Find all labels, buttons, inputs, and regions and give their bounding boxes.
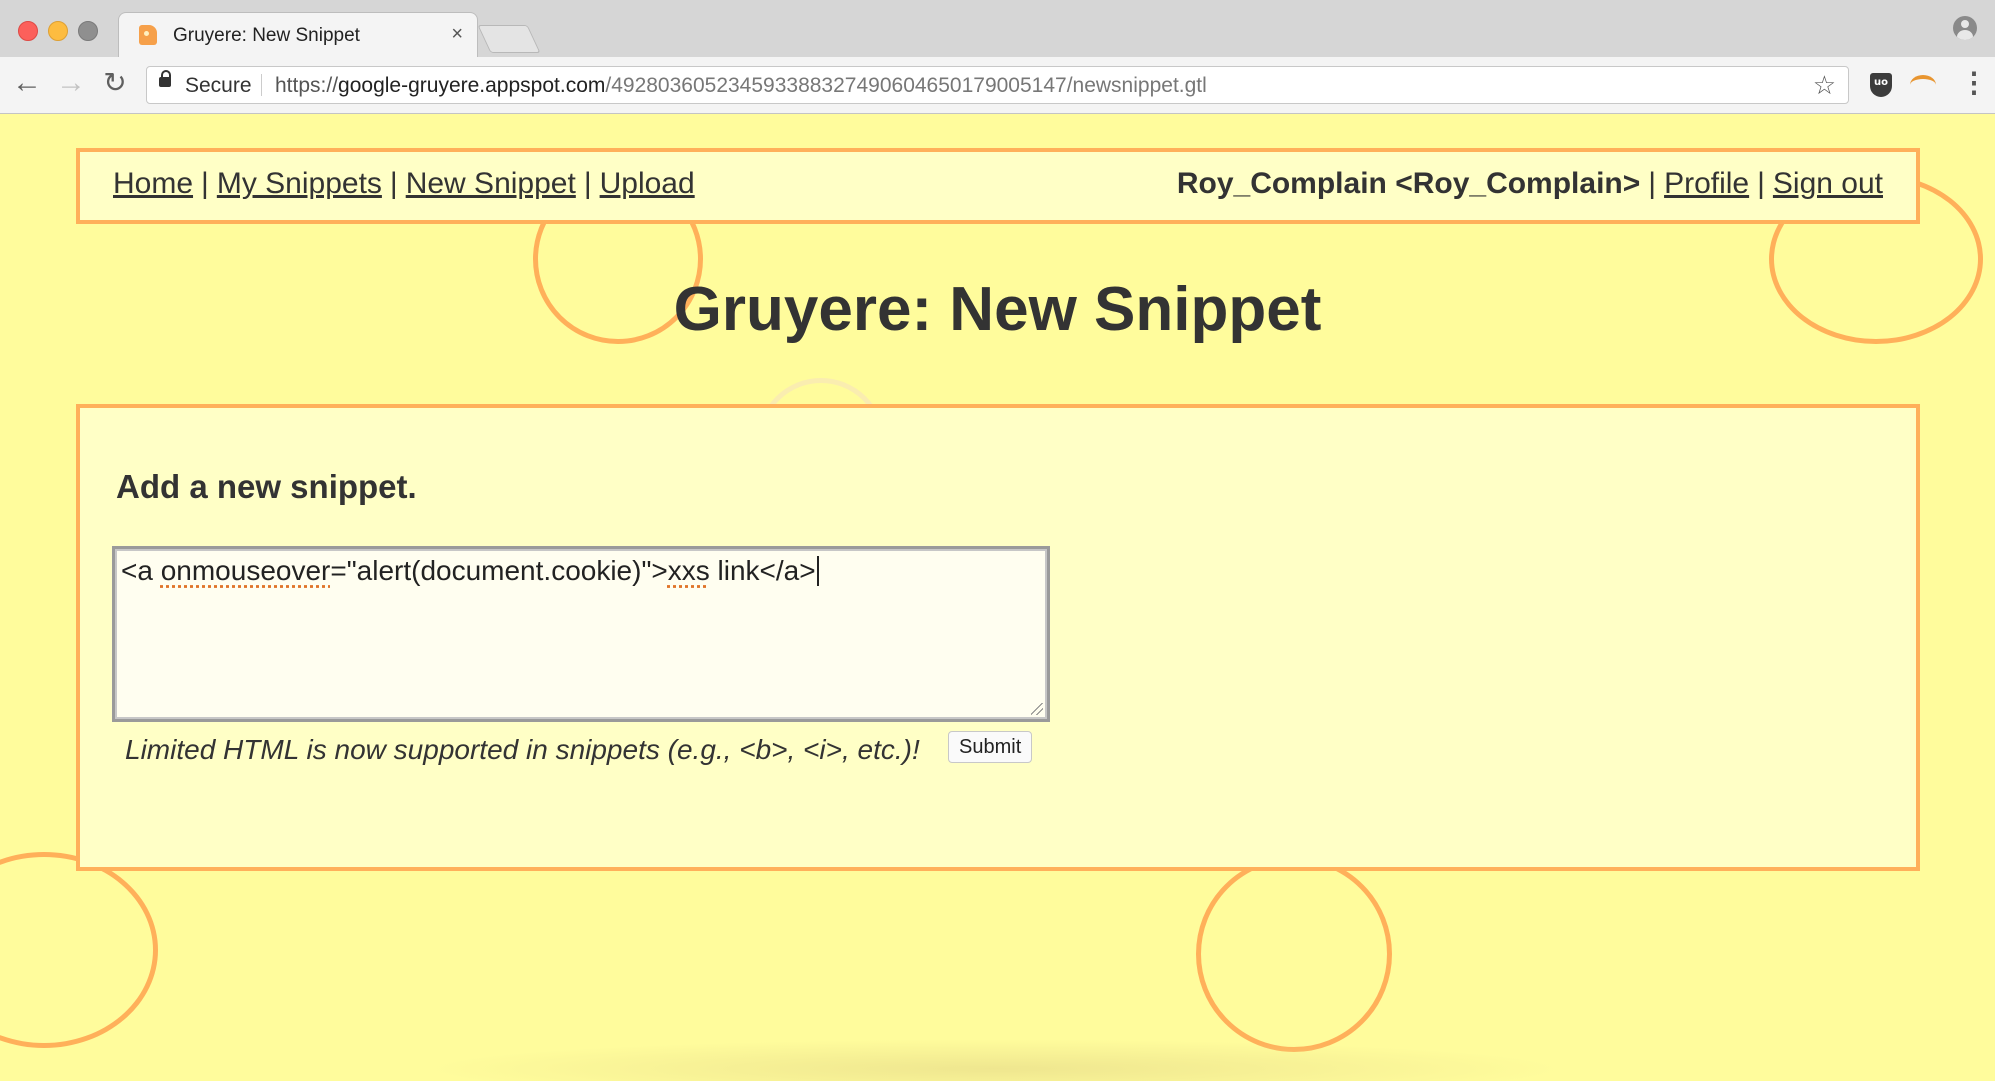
snippet-text-part: link</a>: [709, 555, 816, 586]
page-content: Home | My Snippets | New Snippet | Upload Roy_…: [0, 114, 1995, 1081]
profile-icon[interactable]: [1953, 16, 1977, 40]
forward-arrow-icon[interactable]: →: [54, 68, 88, 98]
secure-label[interactable]: Secure: [185, 74, 252, 98]
bottom-shadow: [420, 1039, 1570, 1081]
menu-separator: |: [201, 167, 209, 200]
menu-separator: |: [583, 167, 592, 200]
html-support-hint: Limited HTML is now supported in snippet…: [125, 734, 920, 765]
close-tab-icon[interactable]: ×: [451, 23, 463, 46]
tab-strip: Gruyere: New Snippet ×: [0, 0, 1995, 57]
browser-window: Gruyere: New Snippet × ← → ↻ Secure http…: [0, 0, 1995, 1081]
menu-separator: |: [1648, 167, 1657, 200]
url-path: /492803605234593388327490604650179005147…: [605, 74, 1207, 97]
form-heading: Add a new snippet.: [116, 468, 417, 505]
close-window-button[interactable]: [18, 21, 38, 41]
ublock-extension-icon[interactable]: [1870, 73, 1892, 97]
sign-out-link[interactable]: Sign out: [1773, 167, 1883, 200]
cheese-icon: [139, 25, 157, 45]
url-host: google-gruyere.appspot.com: [338, 74, 606, 97]
back-arrow-icon[interactable]: ←: [10, 68, 44, 98]
url-scheme: https://: [275, 74, 339, 97]
site-menubar: Home | My Snippets | New Snippet | Upload Roy_…: [76, 148, 1920, 224]
snippet-text-misspelled: onmouseover: [160, 555, 331, 586]
decorative-circle: [0, 852, 158, 1048]
text-caret: [816, 556, 819, 586]
upload-link[interactable]: Upload: [600, 167, 695, 200]
decorative-circle: [1196, 856, 1392, 1052]
new-tab-button[interactable]: [477, 25, 541, 53]
snippet-textarea[interactable]: <a onmouseover="alert(document.cookie)">…: [112, 546, 1050, 722]
page-title: Gruyere: New Snippet: [673, 275, 1322, 344]
reload-icon[interactable]: ↻: [98, 68, 132, 98]
omnibox-divider: [261, 74, 262, 96]
snippet-text-part: <a: [121, 555, 161, 586]
resize-handle[interactable]: [1031, 703, 1043, 715]
snippet-text-misspelled: xxs: [667, 555, 710, 586]
address-bar[interactable]: Secure https://google-gruyere.appspot.co…: [146, 66, 1849, 104]
zoom-window-button[interactable]: [78, 21, 98, 41]
my-snippets-link[interactable]: My Snippets: [217, 167, 382, 200]
menu-separator: |: [389, 167, 398, 200]
menubar-right: Roy_Complain <Roy_Complain> | Profile | Sign…: [1177, 167, 1883, 201]
submit-button[interactable]: Submit: [948, 731, 1033, 763]
snippet-text-part: ="alert(document.cookie)">: [330, 555, 668, 586]
current-user: Roy_Complain <Roy_Complain>: [1176, 167, 1641, 200]
menubar-left: Home | My Snippets | New Snippet | Upload: [113, 167, 695, 201]
profile-link[interactable]: Profile: [1664, 167, 1749, 200]
browser-toolbar: ← → ↻ Secure https://google-gruyere.apps…: [0, 57, 1995, 114]
lock-icon[interactable]: [159, 70, 171, 87]
minimize-window-button[interactable]: [48, 21, 68, 41]
new-snippet-panel: Add a new snippet. <a onmouseover="alert…: [76, 404, 1920, 871]
browser-menu-icon[interactable]: ⋮: [1960, 68, 1988, 98]
home-link[interactable]: Home: [113, 167, 193, 200]
extension-icon[interactable]: [1910, 75, 1936, 95]
tab-gruyere-new-snippet[interactable]: Gruyere: New Snippet ×: [118, 12, 478, 57]
menu-separator: |: [1757, 167, 1765, 200]
url-text[interactable]: https://google-gruyere.appspot.com/49280…: [275, 74, 1207, 98]
new-snippet-link[interactable]: New Snippet: [406, 167, 576, 200]
tab-title: Gruyere: New Snippet: [173, 25, 360, 46]
bookmark-star-icon[interactable]: ☆: [1813, 70, 1836, 101]
